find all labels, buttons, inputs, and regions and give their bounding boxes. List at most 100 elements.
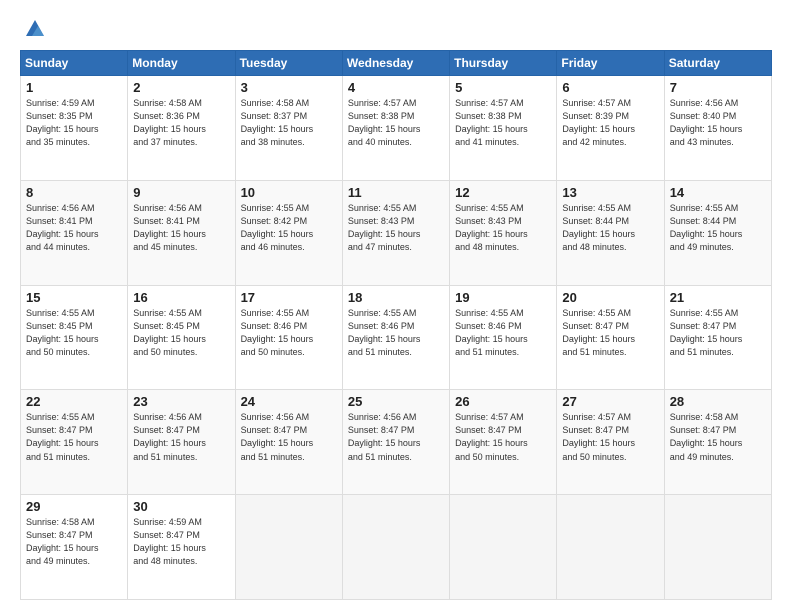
day-number: 29 [26,499,122,514]
day-number: 3 [241,80,337,95]
day-info: Sunrise: 4:57 AMSunset: 8:38 PMDaylight:… [348,98,421,147]
calendar-cell: 15 Sunrise: 4:55 AMSunset: 8:45 PMDaylig… [21,285,128,390]
day-info: Sunrise: 4:56 AMSunset: 8:47 PMDaylight:… [348,412,421,461]
day-info: Sunrise: 4:55 AMSunset: 8:47 PMDaylight:… [562,308,635,357]
calendar-cell: 2 Sunrise: 4:58 AMSunset: 8:36 PMDayligh… [128,76,235,181]
day-info: Sunrise: 4:58 AMSunset: 8:36 PMDaylight:… [133,98,206,147]
day-number: 11 [348,185,444,200]
day-number: 5 [455,80,551,95]
weekday-header: Saturday [664,51,771,76]
calendar-cell: 30 Sunrise: 4:59 AMSunset: 8:47 PMDaylig… [128,495,235,600]
day-info: Sunrise: 4:55 AMSunset: 8:47 PMDaylight:… [26,412,99,461]
calendar-cell: 23 Sunrise: 4:56 AMSunset: 8:47 PMDaylig… [128,390,235,495]
calendar-cell: 22 Sunrise: 4:55 AMSunset: 8:47 PMDaylig… [21,390,128,495]
weekday-header: Friday [557,51,664,76]
calendar-cell: 10 Sunrise: 4:55 AMSunset: 8:42 PMDaylig… [235,180,342,285]
day-info: Sunrise: 4:59 AMSunset: 8:47 PMDaylight:… [133,517,206,566]
calendar-cell: 20 Sunrise: 4:55 AMSunset: 8:47 PMDaylig… [557,285,664,390]
day-number: 7 [670,80,766,95]
calendar-cell: 6 Sunrise: 4:57 AMSunset: 8:39 PMDayligh… [557,76,664,181]
day-number: 10 [241,185,337,200]
calendar-cell: 12 Sunrise: 4:55 AMSunset: 8:43 PMDaylig… [450,180,557,285]
day-info: Sunrise: 4:57 AMSunset: 8:39 PMDaylight:… [562,98,635,147]
calendar-cell: 28 Sunrise: 4:58 AMSunset: 8:47 PMDaylig… [664,390,771,495]
calendar-cell: 13 Sunrise: 4:55 AMSunset: 8:44 PMDaylig… [557,180,664,285]
day-info: Sunrise: 4:55 AMSunset: 8:45 PMDaylight:… [26,308,99,357]
calendar-cell: 9 Sunrise: 4:56 AMSunset: 8:41 PMDayligh… [128,180,235,285]
day-number: 20 [562,290,658,305]
day-info: Sunrise: 4:56 AMSunset: 8:47 PMDaylight:… [241,412,314,461]
calendar-cell [450,495,557,600]
day-info: Sunrise: 4:58 AMSunset: 8:37 PMDaylight:… [241,98,314,147]
calendar-cell: 11 Sunrise: 4:55 AMSunset: 8:43 PMDaylig… [342,180,449,285]
day-info: Sunrise: 4:55 AMSunset: 8:46 PMDaylight:… [241,308,314,357]
day-number: 17 [241,290,337,305]
page: SundayMondayTuesdayWednesdayThursdayFrid… [0,0,792,612]
day-number: 26 [455,394,551,409]
logo [20,18,46,40]
logo-icon [24,18,46,40]
calendar-week-row: 29 Sunrise: 4:58 AMSunset: 8:47 PMDaylig… [21,495,772,600]
weekday-header: Monday [128,51,235,76]
day-number: 6 [562,80,658,95]
day-number: 19 [455,290,551,305]
day-info: Sunrise: 4:55 AMSunset: 8:44 PMDaylight:… [562,203,635,252]
calendar-cell: 21 Sunrise: 4:55 AMSunset: 8:47 PMDaylig… [664,285,771,390]
day-info: Sunrise: 4:57 AMSunset: 8:38 PMDaylight:… [455,98,528,147]
weekday-header: Thursday [450,51,557,76]
day-number: 23 [133,394,229,409]
calendar-cell: 17 Sunrise: 4:55 AMSunset: 8:46 PMDaylig… [235,285,342,390]
calendar-week-row: 15 Sunrise: 4:55 AMSunset: 8:45 PMDaylig… [21,285,772,390]
day-number: 9 [133,185,229,200]
calendar-cell: 3 Sunrise: 4:58 AMSunset: 8:37 PMDayligh… [235,76,342,181]
calendar-cell: 8 Sunrise: 4:56 AMSunset: 8:41 PMDayligh… [21,180,128,285]
calendar-cell: 14 Sunrise: 4:55 AMSunset: 8:44 PMDaylig… [664,180,771,285]
calendar-cell: 5 Sunrise: 4:57 AMSunset: 8:38 PMDayligh… [450,76,557,181]
calendar-cell: 25 Sunrise: 4:56 AMSunset: 8:47 PMDaylig… [342,390,449,495]
day-info: Sunrise: 4:56 AMSunset: 8:47 PMDaylight:… [133,412,206,461]
day-number: 8 [26,185,122,200]
day-number: 22 [26,394,122,409]
calendar-table: SundayMondayTuesdayWednesdayThursdayFrid… [20,50,772,600]
calendar-cell: 7 Sunrise: 4:56 AMSunset: 8:40 PMDayligh… [664,76,771,181]
day-number: 25 [348,394,444,409]
calendar-header-row: SundayMondayTuesdayWednesdayThursdayFrid… [21,51,772,76]
calendar-cell [235,495,342,600]
calendar-cell: 18 Sunrise: 4:55 AMSunset: 8:46 PMDaylig… [342,285,449,390]
day-number: 27 [562,394,658,409]
day-info: Sunrise: 4:55 AMSunset: 8:43 PMDaylight:… [348,203,421,252]
calendar-week-row: 1 Sunrise: 4:59 AMSunset: 8:35 PMDayligh… [21,76,772,181]
day-number: 15 [26,290,122,305]
day-number: 2 [133,80,229,95]
day-number: 16 [133,290,229,305]
calendar-cell: 1 Sunrise: 4:59 AMSunset: 8:35 PMDayligh… [21,76,128,181]
day-number: 4 [348,80,444,95]
calendar-cell: 27 Sunrise: 4:57 AMSunset: 8:47 PMDaylig… [557,390,664,495]
weekday-header: Sunday [21,51,128,76]
day-number: 18 [348,290,444,305]
day-number: 21 [670,290,766,305]
day-number: 28 [670,394,766,409]
calendar-week-row: 22 Sunrise: 4:55 AMSunset: 8:47 PMDaylig… [21,390,772,495]
day-info: Sunrise: 4:55 AMSunset: 8:46 PMDaylight:… [455,308,528,357]
calendar-cell: 26 Sunrise: 4:57 AMSunset: 8:47 PMDaylig… [450,390,557,495]
calendar-cell: 19 Sunrise: 4:55 AMSunset: 8:46 PMDaylig… [450,285,557,390]
day-number: 1 [26,80,122,95]
day-info: Sunrise: 4:56 AMSunset: 8:41 PMDaylight:… [26,203,99,252]
weekday-header: Wednesday [342,51,449,76]
day-info: Sunrise: 4:57 AMSunset: 8:47 PMDaylight:… [562,412,635,461]
calendar-cell: 29 Sunrise: 4:58 AMSunset: 8:47 PMDaylig… [21,495,128,600]
day-info: Sunrise: 4:55 AMSunset: 8:42 PMDaylight:… [241,203,314,252]
day-info: Sunrise: 4:56 AMSunset: 8:40 PMDaylight:… [670,98,743,147]
calendar-cell: 16 Sunrise: 4:55 AMSunset: 8:45 PMDaylig… [128,285,235,390]
day-info: Sunrise: 4:55 AMSunset: 8:43 PMDaylight:… [455,203,528,252]
weekday-header: Tuesday [235,51,342,76]
day-info: Sunrise: 4:55 AMSunset: 8:45 PMDaylight:… [133,308,206,357]
calendar-week-row: 8 Sunrise: 4:56 AMSunset: 8:41 PMDayligh… [21,180,772,285]
day-info: Sunrise: 4:55 AMSunset: 8:46 PMDaylight:… [348,308,421,357]
day-number: 14 [670,185,766,200]
day-number: 12 [455,185,551,200]
day-info: Sunrise: 4:59 AMSunset: 8:35 PMDaylight:… [26,98,99,147]
day-info: Sunrise: 4:58 AMSunset: 8:47 PMDaylight:… [26,517,99,566]
day-info: Sunrise: 4:55 AMSunset: 8:47 PMDaylight:… [670,308,743,357]
